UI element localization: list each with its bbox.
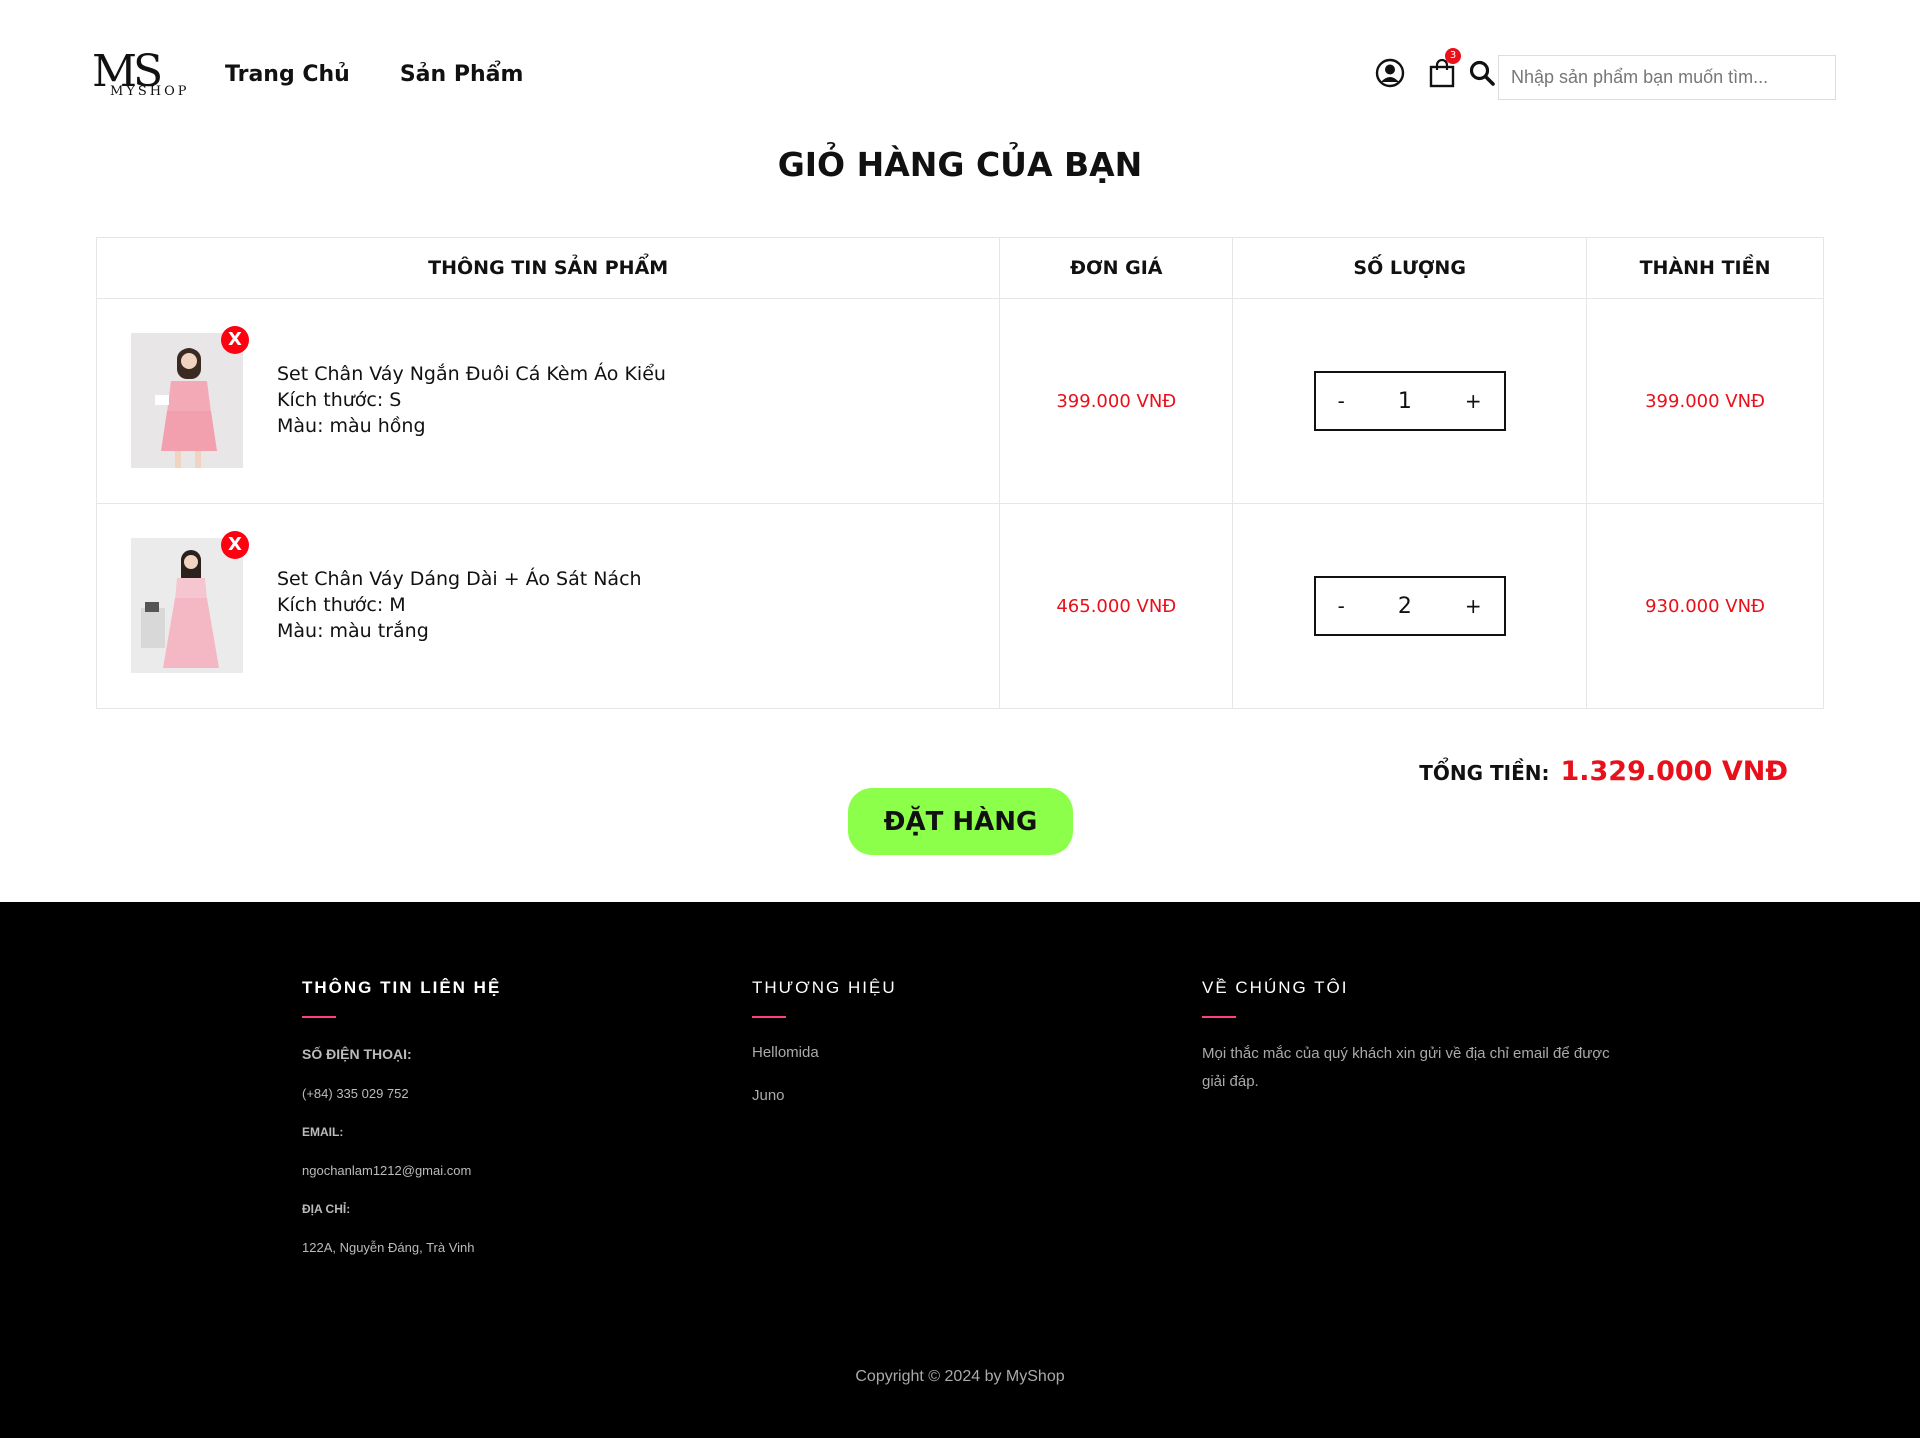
address-value: 122A, Nguyễn Đáng, Trà Vinh — [302, 1240, 475, 1255]
footer-divider — [1202, 1016, 1236, 1018]
brand-link[interactable]: Hellomida — [752, 1044, 897, 1061]
product-info: Set Chân Váy Dáng Dài + Áo Sát Nách Kích… — [277, 566, 642, 644]
subtotal-cell: 930.000 VNĐ — [1586, 503, 1824, 709]
footer-brands-title: THƯƠNG HIỆU — [752, 978, 897, 997]
unit-price: 399.000 VNĐ — [1056, 390, 1177, 412]
phone-label: SỐ ĐIỆN THOẠI: — [302, 1046, 412, 1062]
increase-qty-button[interactable]: + — [1465, 389, 1482, 413]
unit-price-cell: 399.000 VNĐ — [999, 298, 1234, 504]
product-color: Màu: màu trắng — [277, 620, 429, 642]
footer-brands: THƯƠNG HIỆU Hellomida Juno — [752, 978, 897, 1104]
unit-price: 465.000 VNĐ — [1056, 595, 1177, 617]
cart-row: X Set Chân Váy Dáng Dài + Áo Sát Nách Kí… — [95, 503, 1824, 709]
cart-button[interactable]: 3 — [1429, 48, 1461, 88]
footer-divider — [752, 1016, 786, 1018]
cart-row: X Set Chân Váy Ngắn Đuôi Cá Kèm Áo Kiểu … — [95, 298, 1824, 504]
quantity-value[interactable]: 1 — [1398, 389, 1412, 414]
email-value[interactable]: ngochanlam1212@gmai.com — [302, 1163, 501, 1178]
quantity-cell: - 1 + — [1232, 298, 1588, 504]
copyright: Copyright © 2024 by MyShop — [855, 1368, 1065, 1385]
remove-item-button[interactable]: X — [221, 531, 249, 559]
place-order-button[interactable]: ĐẶT HÀNG — [848, 788, 1073, 855]
site-logo[interactable]: MS MYSHOP — [92, 48, 192, 106]
product-info: Set Chân Váy Ngắn Đuôi Cá Kèm Áo Kiểu Kí… — [277, 361, 666, 439]
header-quantity: SỐ LƯỢNG — [1232, 237, 1588, 299]
subtotal: 930.000 VNĐ — [1645, 595, 1765, 617]
subtotal-cell: 399.000 VNĐ — [1586, 298, 1824, 504]
phone-value[interactable]: (+84) 335 029 752 — [302, 1086, 501, 1101]
header-unit-price: ĐƠN GIÁ — [999, 237, 1234, 299]
about-text: Mọi thắc mắc của quý khách xin gửi về đị… — [1202, 1045, 1610, 1090]
footer-about: VỀ CHÚNG TÔI Mọi thắc mắc của quý khách … — [1202, 978, 1622, 1096]
product-cell: X Set Chân Váy Ngắn Đuôi Cá Kèm Áo Kiểu … — [95, 298, 1001, 504]
decrease-qty-button[interactable]: - — [1338, 389, 1345, 413]
quantity-stepper: - 2 + — [1313, 576, 1506, 636]
header-icons: 3 — [1375, 48, 1495, 88]
product-name[interactable]: Set Chân Váy Dáng Dài + Áo Sát Nách — [277, 566, 642, 592]
user-icon[interactable] — [1375, 58, 1405, 88]
quantity-stepper: - 1 + — [1313, 371, 1506, 431]
decrease-qty-button[interactable]: - — [1338, 594, 1345, 618]
cart-header-row: THÔNG TIN SẢN PHẨM ĐƠN GIÁ SỐ LƯỢNG THÀN… — [95, 237, 1824, 299]
product-cell: X Set Chân Váy Dáng Dài + Áo Sát Nách Kí… — [95, 503, 1001, 709]
quantity-value[interactable]: 2 — [1398, 594, 1412, 619]
total-label: TỔNG TIỀN: — [1419, 761, 1550, 785]
site-header: MS MYSHOP Trang Chủ Sản Phẩm 3 — [0, 0, 1920, 140]
site-footer: THÔNG TIN LIÊN HỆ SỐ ĐIỆN THOẠI: (+84) 3… — [0, 902, 1920, 1438]
search-icon[interactable] — [1469, 60, 1495, 86]
address-label: ĐỊA CHỈ: — [302, 1202, 351, 1216]
brand-link[interactable]: Juno — [752, 1087, 897, 1104]
header-subtotal: THÀNH TIỀN — [1586, 237, 1824, 299]
footer-contact-title: THÔNG TIN LIÊN HỆ — [302, 978, 502, 997]
product-image[interactable] — [131, 333, 243, 468]
footer-contact: THÔNG TIN LIÊN HỆ SỐ ĐIỆN THOẠI: (+84) 3… — [302, 978, 501, 1255]
remove-item-button[interactable]: X — [221, 326, 249, 354]
increase-qty-button[interactable]: + — [1465, 594, 1482, 618]
main-nav: Trang Chủ Sản Phẩm — [225, 62, 523, 87]
product-name[interactable]: Set Chân Váy Ngắn Đuôi Cá Kèm Áo Kiểu — [277, 361, 666, 387]
product-size: Kích thước: S — [277, 389, 402, 411]
product-size: Kích thước: M — [277, 594, 406, 616]
cart-total: TỔNG TIỀN: 1.329.000 VNĐ — [1419, 756, 1788, 787]
email-label: EMAIL: — [302, 1125, 344, 1139]
product-color: Màu: màu hồng — [277, 415, 426, 437]
quantity-cell: - 2 + — [1232, 503, 1588, 709]
nav-home[interactable]: Trang Chủ — [225, 62, 350, 87]
unit-price-cell: 465.000 VNĐ — [999, 503, 1234, 709]
nav-products[interactable]: Sản Phẩm — [400, 62, 524, 87]
total-amount: 1.329.000 VNĐ — [1560, 756, 1788, 787]
subtotal: 399.000 VNĐ — [1645, 390, 1765, 412]
cart-table: THÔNG TIN SẢN PHẨM ĐƠN GIÁ SỐ LƯỢNG THÀN… — [95, 237, 1824, 709]
page-title: GIỎ HÀNG CỦA BẠN — [777, 145, 1143, 184]
footer-divider — [302, 1016, 336, 1018]
product-image[interactable] — [131, 538, 243, 673]
header-product-info: THÔNG TIN SẢN PHẨM — [95, 237, 1001, 299]
cart-count-badge: 3 — [1445, 48, 1461, 64]
search-input[interactable] — [1498, 55, 1836, 100]
footer-about-title: VỀ CHÚNG TÔI — [1202, 978, 1349, 997]
logo-subtext: MYSHOP — [110, 84, 190, 99]
